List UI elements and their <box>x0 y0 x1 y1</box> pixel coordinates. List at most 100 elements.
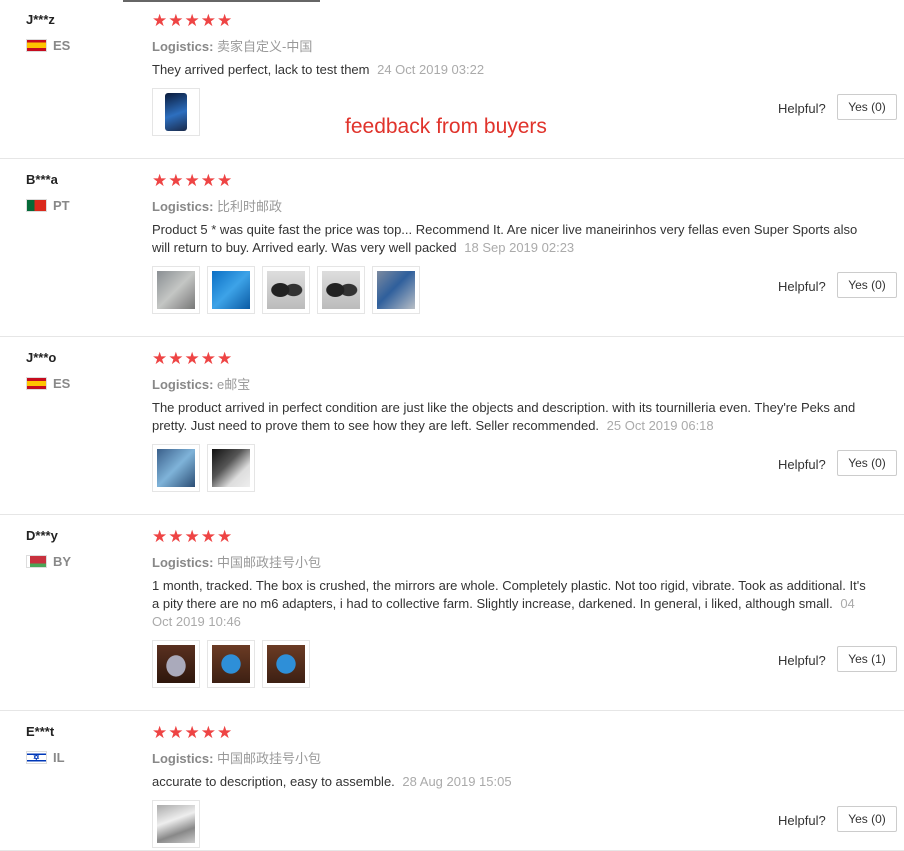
photo-thumbnail[interactable] <box>207 444 255 492</box>
star-icon: ★ <box>152 11 168 31</box>
star-icon: ★ <box>184 527 200 547</box>
flag-icon <box>26 377 47 390</box>
photo-thumbnail[interactable] <box>152 800 200 848</box>
review-date: 28 Aug 2019 15:05 <box>402 774 512 789</box>
logistics-info: Logistics: 比利时邮政 <box>152 196 282 215</box>
review-photos <box>152 266 427 314</box>
star-icon: ★ <box>200 349 216 369</box>
helpful-yes-button[interactable]: Yes (0) <box>837 94 897 120</box>
review-body: They arrived perfect, lack to test them <box>152 62 370 77</box>
star-rating: ★ ★ ★ ★ ★ <box>152 725 233 742</box>
photo-thumbnail[interactable] <box>262 640 310 688</box>
reviewer-name: J***o <box>26 350 57 365</box>
helpful-yes-button[interactable]: Yes (1) <box>837 646 897 672</box>
logistics-label: Logistics: <box>152 377 214 392</box>
helpful-label: Helpful? <box>778 457 826 472</box>
photo-image <box>157 449 195 487</box>
reviewer-name: D***y <box>26 528 58 543</box>
helpful-yes-button[interactable]: Yes (0) <box>837 806 897 832</box>
photo-image <box>267 645 305 683</box>
logistics-info: Logistics: 中国邮政挂号小包 <box>152 748 321 767</box>
photo-thumbnail[interactable] <box>372 266 420 314</box>
review-text: They arrived perfect, lack to test them … <box>152 61 872 79</box>
star-icon: ★ <box>217 11 233 31</box>
photo-thumbnail[interactable] <box>152 88 200 136</box>
star-icon: ★ <box>184 723 200 743</box>
review-date: 24 Oct 2019 03:22 <box>377 62 485 77</box>
helpful-yes-button[interactable]: Yes (0) <box>837 450 897 476</box>
photo-thumbnail[interactable] <box>207 640 255 688</box>
logistics-label: Logistics: <box>152 751 214 766</box>
photo-image <box>212 271 250 309</box>
photo-thumbnail[interactable] <box>317 266 365 314</box>
logistics-value: 卖家自定义-中国 <box>217 39 313 54</box>
star-icon: ★ <box>152 171 168 191</box>
star-rating: ★ ★ ★ ★ ★ <box>152 173 233 190</box>
review-date: 18 Sep 2019 02:23 <box>464 240 575 255</box>
photo-thumbnail[interactable] <box>207 266 255 314</box>
star-icon: ★ <box>217 723 233 743</box>
reviewer-country: PT <box>26 198 70 213</box>
reviewer-country: BY <box>26 554 71 569</box>
photo-image <box>157 645 195 683</box>
star-icon: ★ <box>200 171 216 191</box>
star-icon: ★ <box>184 11 200 31</box>
star-rating: ★ ★ ★ ★ ★ <box>152 13 233 30</box>
flag-icon <box>26 555 47 568</box>
star-icon: ★ <box>152 349 168 369</box>
review-photos <box>152 640 317 688</box>
star-icon: ★ <box>200 11 216 31</box>
logistics-value: 中国邮政挂号小包 <box>217 751 322 766</box>
helpful-label: Helpful? <box>778 101 826 116</box>
logistics-label: Logistics: <box>152 555 214 570</box>
photo-thumbnail[interactable] <box>152 640 200 688</box>
star-icon: ★ <box>217 349 233 369</box>
review-date: 25 Oct 2019 06:18 <box>606 418 714 433</box>
country-code: BY <box>53 554 72 569</box>
photo-image <box>377 271 415 309</box>
review-item: E***t IL ★★★★★ Logistics: 中国邮政挂号小包 accura… <box>0 710 904 851</box>
photo-image <box>267 271 305 309</box>
reviewer-name: B***a <box>26 172 58 187</box>
star-icon: ★ <box>200 527 216 547</box>
logistics-value: 中国邮政挂号小包 <box>217 555 322 570</box>
country-code: ES <box>53 376 71 391</box>
review-text: The product arrived in perfect condition… <box>152 399 872 435</box>
country-code: PT <box>53 198 70 213</box>
star-icon: ★ <box>184 171 200 191</box>
logistics-value: 比利时邮政 <box>217 199 283 214</box>
review-photos <box>152 88 207 136</box>
photo-thumbnail[interactable] <box>152 444 200 492</box>
photo-thumbnail[interactable] <box>152 266 200 314</box>
star-icon: ★ <box>168 349 184 369</box>
star-icon: ★ <box>152 527 168 547</box>
reviewer-country: IL <box>26 750 65 765</box>
review-photos <box>152 800 207 848</box>
overlay-caption: feedback from buyers <box>345 115 547 138</box>
logistics-info: Logistics: e邮宝 <box>152 374 250 393</box>
review-text: Product 5 * was quite fast the price was… <box>152 221 872 257</box>
review-body: accurate to description, easy to assembl… <box>152 774 395 789</box>
star-icon: ★ <box>217 527 233 547</box>
helpful-yes-button[interactable]: Yes (0) <box>837 272 897 298</box>
photo-image <box>212 449 250 487</box>
review-body: 1 month, tracked. The box is crushed, th… <box>152 578 866 611</box>
star-rating: ★ ★ ★ ★ ★ <box>152 529 233 546</box>
review-body: The product arrived in perfect condition… <box>152 400 856 433</box>
star-icon: ★ <box>200 723 216 743</box>
photo-thumbnail[interactable] <box>262 266 310 314</box>
star-icon: ★ <box>152 723 168 743</box>
review-item: D***y BY ★ ★ ★ ★ ★ Logistics: 中国邮政挂号小包 1 mont… <box>0 514 904 711</box>
logistics-label: Logistics: <box>152 199 214 214</box>
logistics-label: Logistics: <box>152 39 214 54</box>
helpful-label: Helpful? <box>778 279 826 294</box>
star-rating: ★ ★ ★ ★ ★ <box>152 351 233 368</box>
review-photos <box>152 444 262 492</box>
star-icon: ★ <box>168 527 184 547</box>
flag-icon <box>26 199 47 212</box>
reviewer-name: E***t <box>26 724 55 739</box>
reviewer-country: ES <box>26 376 70 391</box>
helpful-label: Helpful? <box>778 653 826 668</box>
flag-icon <box>26 39 47 52</box>
country-code: IL <box>53 750 65 765</box>
